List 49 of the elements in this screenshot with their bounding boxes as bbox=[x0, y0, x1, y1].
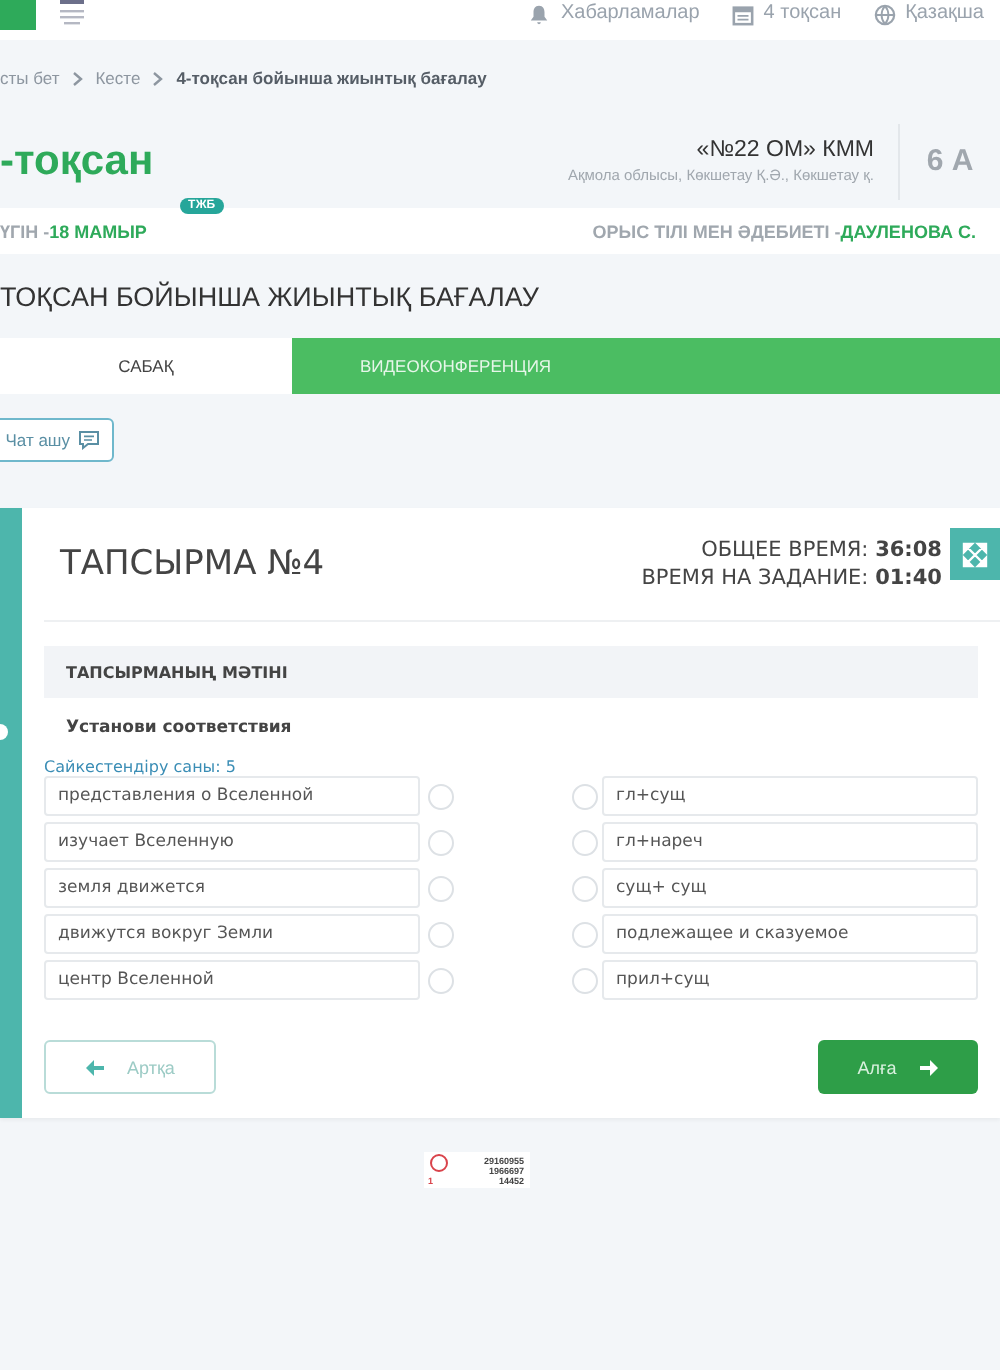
chevron-icon bbox=[152, 71, 165, 85]
match-item[interactable]: изучает Вселенную bbox=[44, 822, 420, 862]
logo-icon[interactable] bbox=[0, 0, 36, 30]
radio-button[interactable] bbox=[572, 967, 598, 993]
class-label: 6 А bbox=[924, 144, 976, 178]
date-value: 18 МАМЫР bbox=[49, 221, 147, 241]
page-title: ТОҚСАН БОЙЫНША ЖИЫНТЫҚ БАҒАЛАУ bbox=[0, 279, 541, 316]
emblem-icon bbox=[54, 0, 90, 28]
subject-label: ОРЫС ТІЛІ МЕН ӘДЕБИЕТІ - bbox=[592, 221, 841, 241]
timer-text: ОБЩЕЕ ВРЕМЯ: 36:08 bbox=[699, 536, 942, 564]
instruction-text: Установи соответствия bbox=[66, 718, 294, 738]
match-count: Сайкестендіру саны: 5 bbox=[44, 758, 238, 776]
breadcrumb-item: 4-тоқсан бойынша жиынтық бағалау bbox=[176, 68, 487, 88]
match-item[interactable]: представления о Вселенной bbox=[44, 776, 420, 816]
term-title: -тоқсан bbox=[0, 137, 154, 185]
bell-icon bbox=[528, 3, 551, 25]
radio-button[interactable] bbox=[428, 875, 454, 901]
radio-button[interactable] bbox=[572, 783, 598, 809]
match-item[interactable]: сущ+ сущ bbox=[602, 868, 978, 908]
radio-button[interactable] bbox=[428, 921, 454, 947]
radio-button[interactable] bbox=[428, 829, 454, 855]
radio-button[interactable] bbox=[572, 921, 598, 947]
match-item[interactable]: гл+сущ bbox=[602, 776, 978, 816]
chat-icon bbox=[78, 430, 100, 450]
match-item[interactable]: движутся вокруг Земли bbox=[44, 914, 420, 954]
calendar-icon bbox=[731, 3, 754, 25]
tab[interactable]: САБАҚ bbox=[0, 338, 292, 394]
chevron-icon bbox=[71, 71, 84, 85]
fullscreen-button[interactable] bbox=[950, 528, 1000, 580]
radio-button[interactable] bbox=[572, 829, 598, 855]
match-item[interactable]: подлежащее и сказуемое bbox=[602, 914, 978, 954]
radio-button[interactable] bbox=[572, 875, 598, 901]
section-title: ТАПСЫРМАНЫҢ МӘТІНІ bbox=[44, 646, 978, 698]
arrow-left-icon bbox=[85, 1059, 104, 1075]
date-label: ҮГІН - bbox=[0, 221, 50, 241]
school-name: «№22 ОМ» КММ bbox=[694, 138, 874, 162]
task-title: ТАПСЫРМА №4 bbox=[60, 544, 325, 584]
globe-icon bbox=[873, 3, 896, 25]
match-item[interactable]: земля движется bbox=[44, 868, 420, 908]
expand-icon bbox=[962, 541, 988, 567]
arrow-right-icon bbox=[920, 1059, 939, 1075]
radio-button[interactable] bbox=[428, 967, 454, 993]
match-item[interactable]: центр Вселенной bbox=[44, 960, 420, 1000]
radio-button[interactable] bbox=[428, 783, 454, 809]
teacher-name: ДАУЛЕНОВА С. bbox=[840, 221, 976, 241]
match-item[interactable]: гл+нареч bbox=[602, 822, 978, 862]
chat-button[interactable]: Чат ашу bbox=[0, 418, 114, 462]
match-item[interactable]: прил+сущ bbox=[602, 960, 978, 1000]
timer-text: ВРЕМЯ НА ЗАДАНИЕ: 01:40 bbox=[641, 564, 942, 592]
